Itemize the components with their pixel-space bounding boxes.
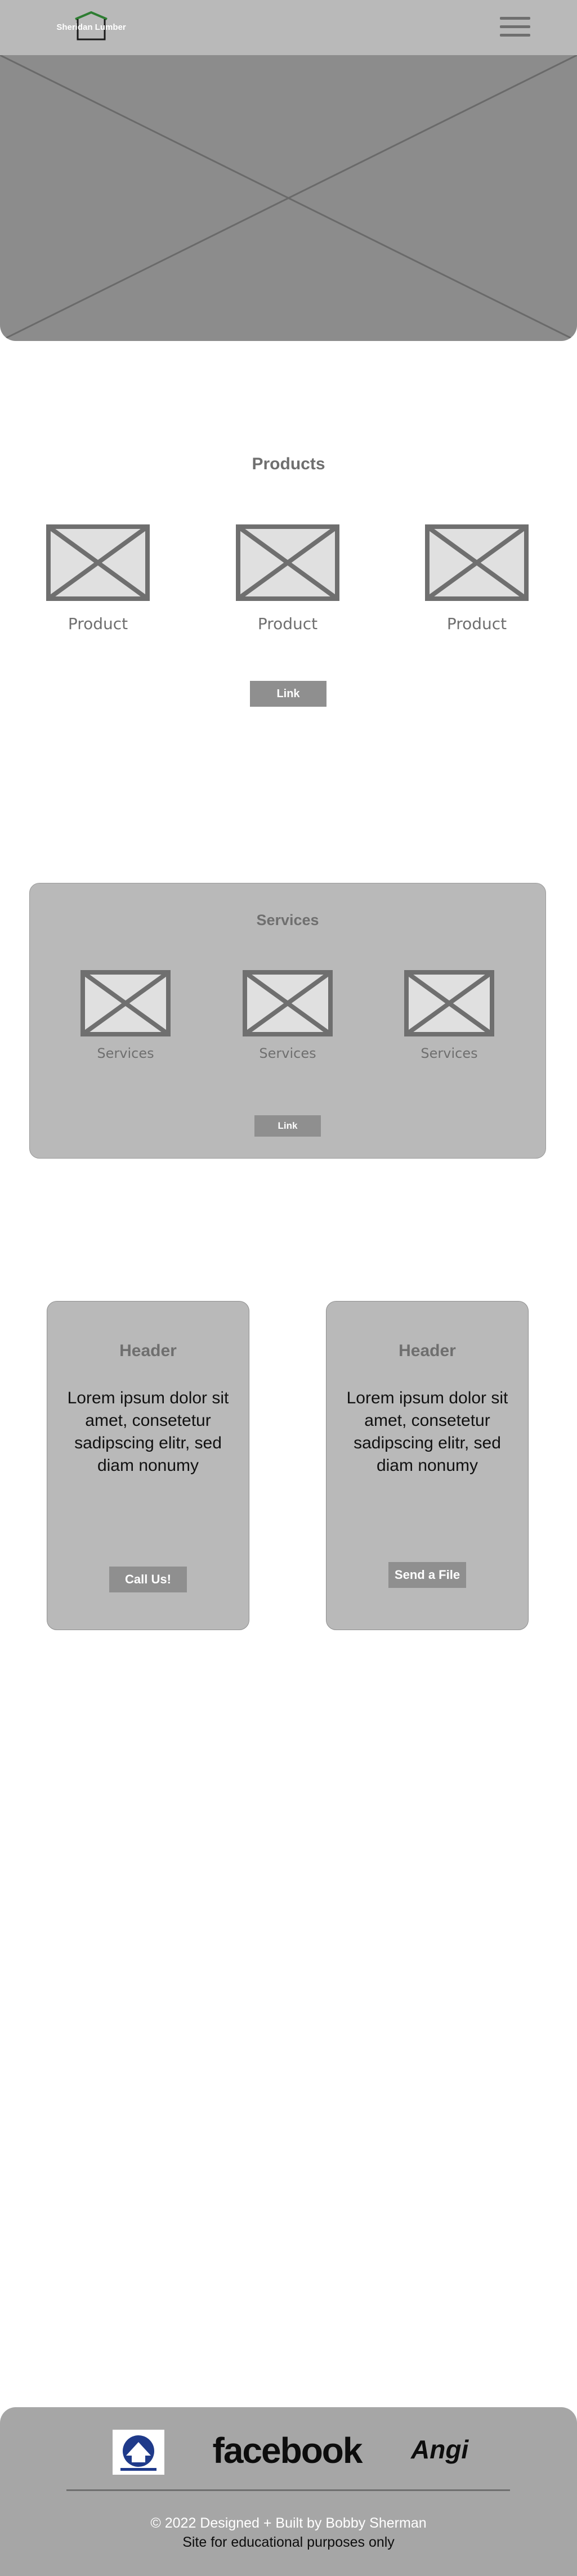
services-link-button[interactable]: Link	[254, 1115, 321, 1137]
hero-image	[0, 55, 577, 341]
products-title: Products	[252, 455, 325, 473]
card-body: Lorem ipsum dolor sit amet, consetetur s…	[67, 1389, 229, 1475]
services-title: Services	[256, 912, 319, 928]
image-placeholder-icon	[404, 970, 494, 1036]
educational-note: Site for educational purposes only	[182, 2534, 395, 2550]
image-placeholder-icon	[425, 524, 529, 601]
image-placeholder-icon	[80, 970, 171, 1036]
hamburger-menu-icon[interactable]	[500, 16, 530, 38]
call-us-button[interactable]: Call Us!	[109, 1567, 187, 1592]
angi-link[interactable]: Angi	[411, 2434, 468, 2465]
product-label[interactable]: Product	[236, 614, 339, 633]
card-header: Header	[119, 1341, 177, 1360]
image-placeholder-icon	[243, 970, 333, 1036]
copyright-text: © 2022 Designed + Built by Bobby Sherman	[150, 2515, 427, 2531]
service-label[interactable]: Services	[80, 1045, 171, 1061]
accreditation-badge-icon[interactable]	[113, 2430, 164, 2475]
card-body: Lorem ipsum dolor sit amet, consetetur s…	[346, 1389, 508, 1475]
logo-text[interactable]: Sheridan Lumber	[46, 23, 136, 32]
product-label[interactable]: Product	[46, 614, 150, 633]
facebook-link[interactable]: facebook	[203, 2430, 372, 2471]
service-label[interactable]: Services	[243, 1045, 333, 1061]
send-file-button[interactable]: Send a File	[388, 1562, 466, 1588]
card-header: Header	[399, 1341, 456, 1360]
service-label[interactable]: Services	[404, 1045, 494, 1061]
product-label[interactable]: Product	[425, 614, 529, 633]
image-placeholder-icon	[236, 524, 339, 601]
products-link-button[interactable]: Link	[250, 681, 326, 707]
image-placeholder-icon	[46, 524, 150, 601]
footer-divider	[66, 2489, 510, 2491]
image-placeholder-icon	[0, 55, 577, 341]
